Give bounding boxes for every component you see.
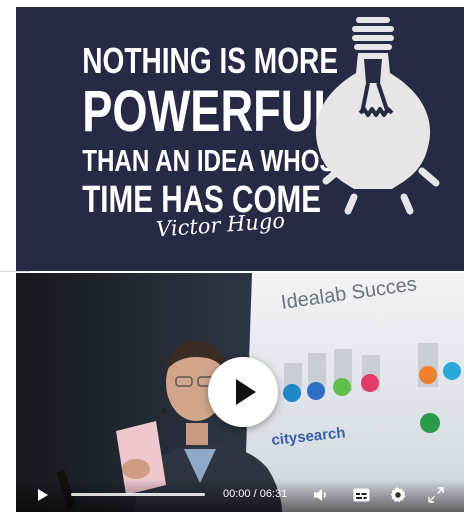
captions-icon[interactable] — [353, 488, 370, 502]
time-display: 00:00 / 06:31 — [223, 488, 288, 500]
video-controls: 00:00 / 06:31 — [16, 479, 464, 512]
volume-icon[interactable] — [313, 488, 329, 502]
play-icon — [236, 379, 256, 405]
fullscreen-icon[interactable] — [428, 487, 444, 503]
quote-image: NOTHING IS MORE POWERFUL THAN AN IDEA WH… — [16, 7, 464, 271]
quote-line-3: THAN AN IDEA WHOSE — [82, 143, 352, 178]
play-icon[interactable] — [38, 489, 48, 501]
quote-line-2: POWERFUL — [82, 79, 342, 144]
lightbulb-icon — [315, 17, 440, 215]
progress-bar[interactable] — [71, 493, 205, 496]
quote-text: NOTHING IS MORE POWERFUL THAN AN IDEA WH… — [58, 40, 352, 220]
gear-icon[interactable] — [390, 487, 406, 503]
big-play-button[interactable] — [208, 357, 278, 427]
divider — [0, 271, 30, 272]
quote-line-1: NOTHING IS MORE — [82, 40, 339, 81]
video-player[interactable]: Idealab Succes citysearch 00:00 / 06:31 — [16, 273, 464, 512]
